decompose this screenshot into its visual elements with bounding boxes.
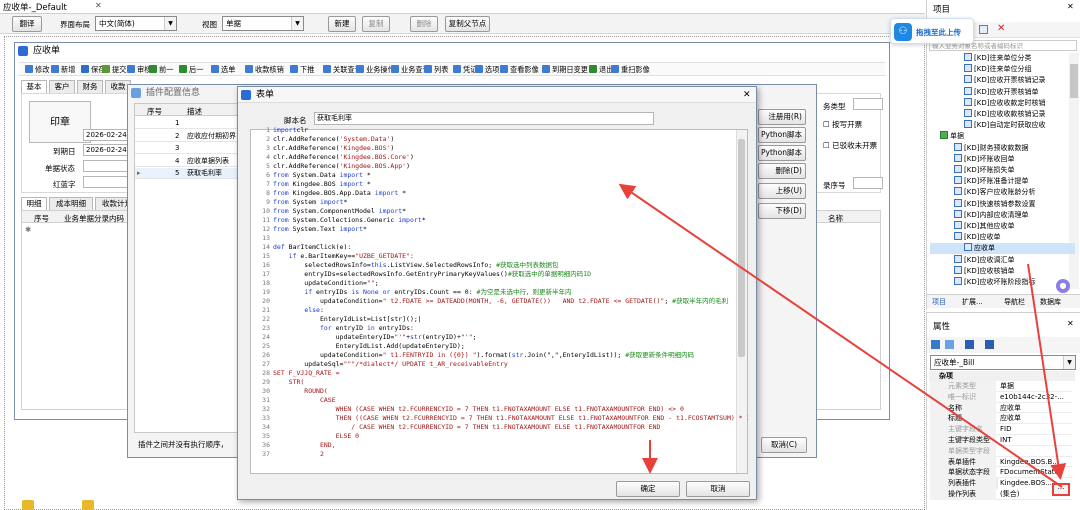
- annotation-arrows: [618, 183, 1067, 488]
- arrow-to-plugin-button: [1027, 263, 1067, 480]
- toolbox-icon-2[interactable]: [82, 500, 94, 510]
- screen: { "app": {"title": "应收单-_Default", "clos…: [0, 0, 1080, 510]
- arrow-to-code: [618, 183, 1063, 488]
- toolbox-icon-1[interactable]: [22, 500, 34, 510]
